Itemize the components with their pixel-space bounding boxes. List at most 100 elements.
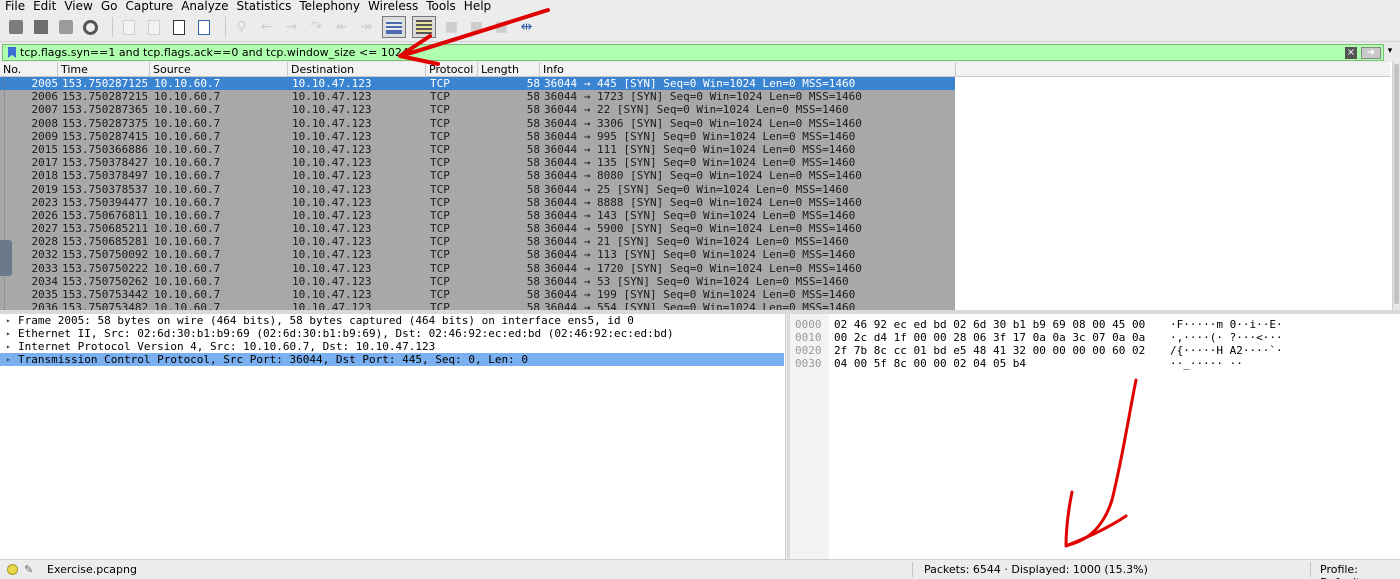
go-to-packet-icon[interactable]: ↷ (307, 18, 326, 37)
column-header-no[interactable]: No. (0, 62, 58, 77)
detail-tree-row[interactable]: ▸ Frame 2005: 58 bytes on wire (464 bits)… (0, 314, 785, 327)
packet-destination: 10.10.47.123 (292, 77, 372, 90)
packet-row[interactable]: 2009 153.750287415 10.10.60.7 10.10.47.123 T… (0, 129, 955, 143)
packet-row[interactable]: 2026 153.750676811 10.10.60.7 10.10.47.123 T… (0, 208, 955, 223)
packet-time: 153.750753442 (62, 288, 149, 301)
packet-row[interactable]: 2008 153.750287375 10.10.60.7 10.10.47.123 T… (0, 116, 955, 130)
bytes-ascii[interactable]: ·F·····m 0··i··E· (1170, 318, 1283, 331)
packet-row[interactable]: 2006 153.750287215 10.10.60.7 10.10.47.123 T… (0, 90, 955, 104)
packet-row[interactable]: 2028 153.750685281 10.10.60.7 10.10.47.123 T… (0, 235, 955, 249)
packet-row[interactable]: 2033 153.750750222 10.10.60.7 10.10.47.123 T… (0, 261, 955, 275)
bytes-offset[interactable]: 0010 (795, 331, 822, 344)
bytes-offset[interactable]: 0000 (795, 318, 822, 331)
packet-time: 153.750685281 (62, 235, 149, 249)
menu-statistics[interactable]: Statistics (232, 0, 295, 13)
menu-tools[interactable]: Tools (422, 0, 460, 13)
stop-capture-icon[interactable] (31, 18, 50, 37)
packet-row[interactable]: 2019 153.750378537 10.10.60.7 10.10.47.123 T… (0, 182, 955, 196)
expand-triangle-icon[interactable]: ▸ (6, 353, 11, 366)
bytes-ascii[interactable]: ··_····· ·· (1170, 357, 1243, 370)
menu-edit[interactable]: Edit (29, 0, 60, 13)
close-file-icon[interactable] (169, 18, 188, 37)
column-header-info[interactable]: Info (540, 62, 956, 77)
filter-bookmark-icon[interactable] (8, 47, 16, 58)
packet-protocol: TCP (430, 235, 450, 249)
find-packet-icon[interactable]: ⚲ (232, 18, 251, 37)
packet-protocol: TCP (430, 169, 450, 183)
packet-row[interactable]: 2005 153.750287125 10.10.60.7 10.10.47.123 T… (0, 77, 955, 91)
packet-row[interactable]: 2015 153.750366886 10.10.60.7 10.10.47.123 T… (0, 142, 955, 157)
packet-row[interactable]: 2007 153.750287365 10.10.60.7 10.10.47.123 T… (0, 103, 955, 117)
bytes-hex[interactable]: 04 00 5f 8c 00 00 02 04 05 b4 (834, 357, 1026, 370)
expand-triangle-icon[interactable]: ▸ (6, 340, 11, 353)
column-header-protocol[interactable]: Protocol (426, 62, 478, 77)
packet-details-pane: ▸ Frame 2005: 58 bytes on wire (464 bits)… (0, 314, 786, 559)
column-header-source[interactable]: Source (150, 62, 288, 77)
detail-tree-row[interactable]: ▸ Internet Protocol Version 4, Src: 10.10… (0, 340, 785, 353)
packet-time: 153.750676811 (62, 208, 149, 222)
capture-options-gear-icon[interactable] (81, 18, 100, 37)
packet-row[interactable]: 2017 153.750378427 10.10.60.7 10.10.47.123 T… (0, 156, 955, 170)
arrow-right-icon[interactable]: ➜ (1361, 46, 1381, 59)
column-header-time[interactable]: Time (58, 62, 150, 77)
detail-tree-label: Ethernet II, Src: 02:6d:30:b1:b9:69 (02:… (18, 327, 674, 340)
menu-wireless[interactable]: Wireless (364, 0, 422, 13)
menu-go[interactable]: Go (97, 0, 122, 13)
packet-time: 153.750378497 (62, 169, 149, 183)
menu-capture[interactable]: Capture (121, 0, 177, 13)
menu-file[interactable]: File (0, 0, 29, 13)
packet-info: 36044 → 3306 [SYN] Seq=0 Win=1024 Len=0 … (544, 116, 862, 130)
expert-info-icon[interactable] (7, 564, 18, 575)
column-header-length[interactable]: Length (478, 62, 540, 77)
bytes-ascii[interactable]: ·,····(· ?···<··· (1170, 331, 1283, 344)
go-last-packet-icon[interactable]: ↠ (357, 18, 376, 37)
restart-capture-icon[interactable] (56, 18, 75, 37)
expand-triangle-icon[interactable]: ▸ (6, 314, 11, 327)
detail-tree-row[interactable]: ▸ Ethernet II, Src: 02:6d:30:b1:b9:69 (02… (0, 327, 785, 340)
display-filter-input[interactable] (20, 45, 1345, 60)
packet-protocol: TCP (430, 222, 450, 236)
chevron-down-icon[interactable]: ▾ (1384, 46, 1396, 56)
expand-triangle-icon[interactable]: ▸ (6, 327, 11, 340)
status-profile[interactable]: Profile: Default (1320, 563, 1400, 579)
capture-comment-icon[interactable]: ✎ (24, 563, 33, 576)
zoom-out-icon[interactable]: ■ (467, 18, 486, 37)
menu-telephony[interactable]: Telephony (295, 0, 364, 13)
go-first-packet-icon[interactable]: ↞ (332, 18, 351, 37)
packet-destination: 10.10.47.123 (292, 182, 372, 196)
colorize-packets-icon[interactable] (412, 16, 436, 38)
go-forward-icon[interactable]: → (282, 18, 301, 37)
normal-size-icon[interactable]: ■ (492, 18, 511, 37)
bytes-hex[interactable]: 2f 7b 8c cc 01 bd e5 48 41 32 00 00 00 0… (834, 344, 1145, 357)
detail-tree-row[interactable]: ▸ Transmission Control Protocol, Src Port… (0, 353, 784, 366)
packet-list-scrollbar[interactable] (1392, 62, 1400, 310)
bytes-hex[interactable]: 00 2c d4 1f 00 00 28 06 3f 17 0a 0a 3c 0… (834, 331, 1145, 344)
bytes-hex[interactable]: 02 46 92 ec ed bd 02 6d 30 b1 b9 69 08 0… (834, 318, 1145, 331)
clear-x-icon[interactable]: × (1345, 46, 1357, 59)
menu-analyze[interactable]: Analyze (177, 0, 232, 13)
shark-fin-start-icon[interactable] (6, 18, 25, 37)
packet-row[interactable]: 2027 153.750685211 10.10.60.7 10.10.47.123 T… (0, 222, 955, 236)
column-header-destination[interactable]: Destination (288, 62, 426, 77)
open-file-icon[interactable] (119, 18, 138, 37)
resize-columns-icon[interactable]: ⇹ (517, 18, 536, 37)
menu-help[interactable]: Help (460, 0, 495, 13)
packet-row[interactable]: 2036 153.750753482 10.10.60.7 10.10.47.123 T… (0, 301, 955, 310)
bytes-offset[interactable]: 0020 (795, 344, 822, 357)
packet-row[interactable]: 2018 153.750378497 10.10.60.7 10.10.47.123 T… (0, 169, 955, 183)
bytes-row: 0000 02 46 92 ec ed bd 02 6d 30 b1 b9 69 … (790, 318, 1400, 331)
bytes-offset[interactable]: 0030 (795, 357, 822, 370)
menu-view[interactable]: View (60, 0, 96, 13)
bytes-ascii[interactable]: /{·····H A2····`· (1170, 344, 1283, 357)
zoom-in-icon[interactable]: ■ (442, 18, 461, 37)
go-back-icon[interactable]: ← (257, 18, 276, 37)
save-file-icon[interactable] (144, 18, 163, 37)
reload-file-icon[interactable] (194, 18, 213, 37)
packet-row[interactable]: 2023 153.750394477 10.10.60.7 10.10.47.123 T… (0, 195, 955, 209)
auto-scroll-icon[interactable] (382, 16, 406, 38)
packet-destination: 10.10.47.123 (292, 142, 372, 156)
packet-row[interactable]: 2032 153.750750092 10.10.60.7 10.10.47.123 T… (0, 248, 955, 262)
packet-row[interactable]: 2035 153.750753442 10.10.60.7 10.10.47.123 T… (0, 288, 955, 302)
side-panel-handle[interactable] (0, 240, 12, 276)
packet-row[interactable]: 2034 153.750750262 10.10.60.7 10.10.47.123 T… (0, 274, 955, 288)
